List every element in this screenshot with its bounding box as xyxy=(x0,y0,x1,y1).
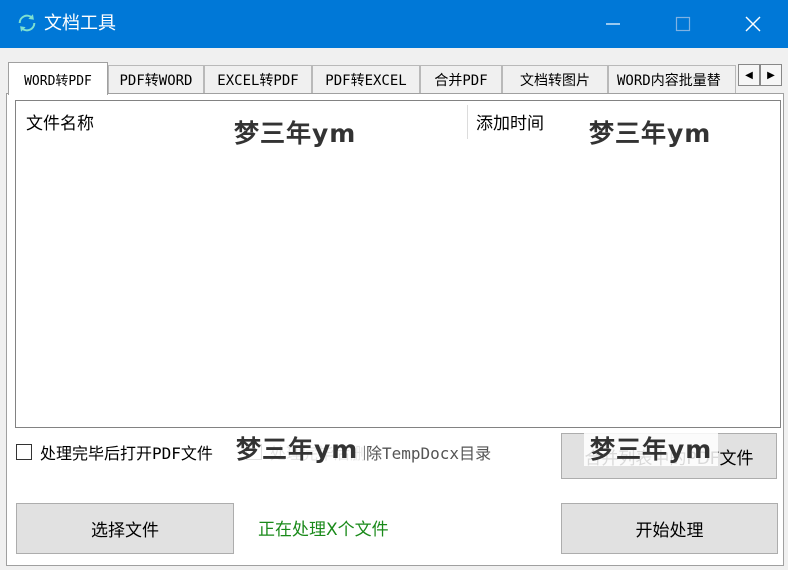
refresh-icon xyxy=(18,14,36,32)
start-processing-button[interactable]: 开始处理 xyxy=(561,503,778,554)
status-text: 正在处理X个文件 xyxy=(258,520,389,540)
maximize-button[interactable] xyxy=(654,0,712,48)
maximize-icon xyxy=(675,16,691,32)
minimize-button[interactable] xyxy=(584,0,642,48)
arrow-left-icon: ◀ xyxy=(745,69,753,81)
select-file-button[interactable]: 选择文件 xyxy=(16,503,234,554)
close-button[interactable] xyxy=(724,0,782,48)
watermark: 梦三年ym xyxy=(584,430,719,466)
arrow-right-icon: ▶ xyxy=(767,69,775,81)
open-after-option[interactable]: 处理完毕后打开PDF文件 xyxy=(16,440,213,464)
minimize-icon xyxy=(606,23,620,25)
close-icon xyxy=(745,16,761,32)
window-title: 文档工具 xyxy=(44,13,116,34)
watermark: 梦三年ym xyxy=(228,114,363,150)
open-after-checkbox[interactable] xyxy=(16,444,32,460)
tab-merge-pdf[interactable]: 合并PDF xyxy=(420,65,502,93)
app-window: 文档工具 WORD转PDF PDF转WORD EXCEL转PDF PDF转EXC… xyxy=(0,0,788,570)
tab-word-to-pdf[interactable]: WORD转PDF xyxy=(8,62,108,95)
column-header-added-time[interactable]: 添加时间 xyxy=(476,109,544,134)
watermark: 梦三年ym xyxy=(583,114,718,150)
tab-doc-to-image[interactable]: 文档转图片 xyxy=(502,65,608,93)
watermark: 梦三年ym xyxy=(230,430,365,466)
tab-strip: WORD转PDF PDF转WORD EXCEL转PDF PDF转EXCEL 合并… xyxy=(6,62,784,95)
tab-excel-to-pdf[interactable]: EXCEL转PDF xyxy=(204,65,312,93)
column-separator[interactable] xyxy=(467,105,468,139)
tab-scroll-right-button[interactable]: ▶ xyxy=(760,64,782,86)
tab-pdf-to-word[interactable]: PDF转WORD xyxy=(108,65,204,93)
title-bar[interactable]: 文档工具 xyxy=(0,0,788,48)
tab-scroll-left-button[interactable]: ◀ xyxy=(738,64,760,86)
open-after-label: 处理完毕后打开PDF文件 xyxy=(40,444,213,463)
column-header-file-name[interactable]: 文件名称 xyxy=(26,109,94,134)
tab-pdf-to-excel[interactable]: PDF转EXCEL xyxy=(312,65,420,93)
tab-word-batch-replace[interactable]: WORD内容批量替 xyxy=(608,65,736,93)
